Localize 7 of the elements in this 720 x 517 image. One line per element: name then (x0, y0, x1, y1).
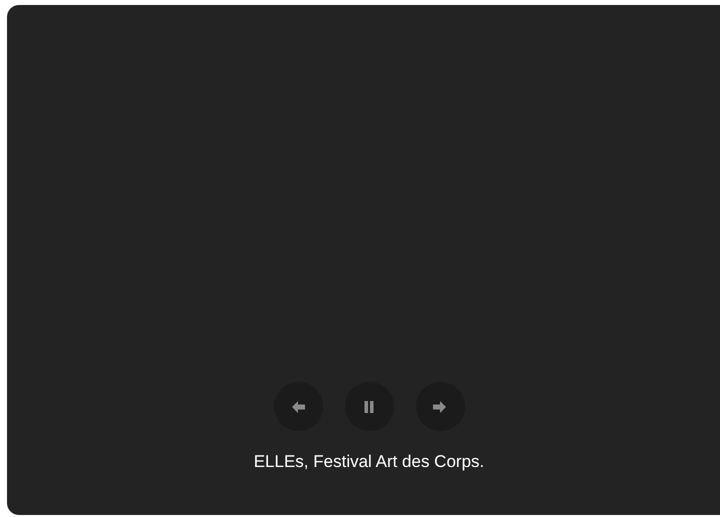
next-button[interactable] (416, 382, 464, 431)
previous-button[interactable] (274, 382, 322, 431)
pause-button[interactable] (344, 382, 394, 431)
pause-icon (362, 400, 376, 414)
arrow-right-icon (433, 400, 447, 414)
slide-caption: ELLEs, Festival Art des Corps. (254, 452, 484, 472)
arrow-left-icon (291, 400, 305, 414)
